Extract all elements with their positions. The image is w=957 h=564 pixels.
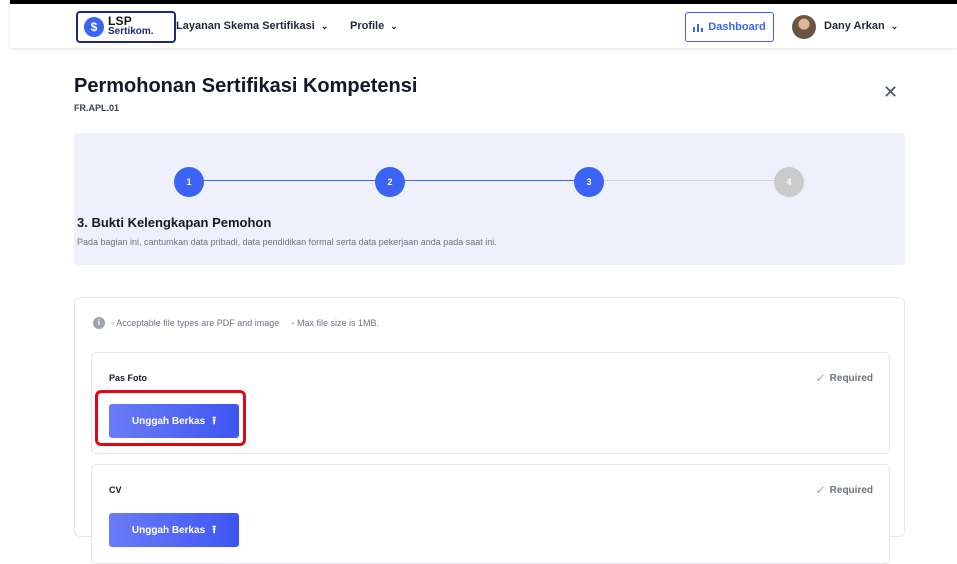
logo-icon: $ (84, 17, 104, 37)
info-icon: i (93, 317, 105, 329)
logo-text-bottom: Sertikom. (108, 26, 154, 37)
chevron-down-icon: ⌄ (390, 21, 398, 31)
required-indicator: ✓ Required (816, 483, 873, 497)
dashboard-label: Dashboard (708, 21, 766, 33)
dashboard-button[interactable]: Dashboard (685, 12, 774, 42)
step-4-circle[interactable]: 4 (774, 167, 804, 197)
user-menu[interactable]: Dany Arkan ⌄ (824, 20, 898, 32)
upload-button-cv[interactable]: Unggah Berkas ⭱ (109, 513, 239, 547)
nav-layanan-skema-sertifikasi[interactable]: Layanan Skema Sertifikasi ⌄ (176, 20, 328, 32)
stepper-card: 1 2 3 4 3. Bukti Kelengkapan Pemohon Pad… (74, 133, 905, 265)
upload-section-cv: CV ✓ Required Unggah Berkas ⭱ (91, 464, 890, 564)
step-connector-3-4 (602, 180, 777, 181)
step-connector-2-3 (402, 180, 577, 181)
logo[interactable]: $ LSP Sertikom. (76, 11, 176, 43)
check-icon: ✓ (815, 483, 826, 497)
required-label: Required (829, 484, 873, 496)
nav-label: Layanan Skema Sertifikasi (176, 20, 315, 32)
step-description: Pada bagian ini, cantumkan data pribadi,… (77, 237, 497, 247)
close-icon[interactable]: ✕ (883, 82, 898, 103)
highlight-box (95, 390, 246, 446)
user-name: Dany Arkan (824, 20, 885, 32)
section-label: CV (109, 485, 122, 495)
form-code: FR.APL.01 (74, 103, 120, 113)
required-indicator: ✓ Required (816, 371, 873, 385)
upload-icon: ⭱ (212, 523, 217, 536)
step-title: 3. Bukti Kelengkapan Pemohon (77, 215, 272, 230)
upload-button-label: Unggah Berkas (131, 524, 206, 536)
max-size-note: ◦ Max file size is 1MB. (291, 318, 379, 328)
chevron-down-icon: ⌄ (320, 21, 329, 31)
nav-label: Profile (350, 20, 385, 32)
file-types-note: ◦ Acceptable file types are PDF and imag… (111, 318, 280, 328)
step-1-circle[interactable]: 1 (174, 167, 204, 197)
page-title: Permohonan Sertifikasi Kompetensi (74, 75, 418, 97)
top-navbar: $ LSP Sertikom. Layanan Skema Sertifikas… (10, 0, 957, 48)
section-label: Pas Foto (109, 373, 148, 383)
file-info: i ◦ Acceptable file types are PDF and im… (93, 317, 379, 329)
bar-chart-icon (693, 24, 704, 32)
avatar[interactable] (792, 15, 816, 39)
nav-profile[interactable]: Profile ⌄ (350, 20, 398, 32)
step-2-circle[interactable]: 2 (375, 167, 405, 197)
step-connector-1-2 (202, 180, 377, 181)
required-label: Required (829, 372, 873, 384)
chevron-down-icon: ⌄ (890, 21, 899, 31)
check-icon: ✓ (815, 371, 826, 385)
step-3-circle[interactable]: 3 (574, 167, 604, 197)
